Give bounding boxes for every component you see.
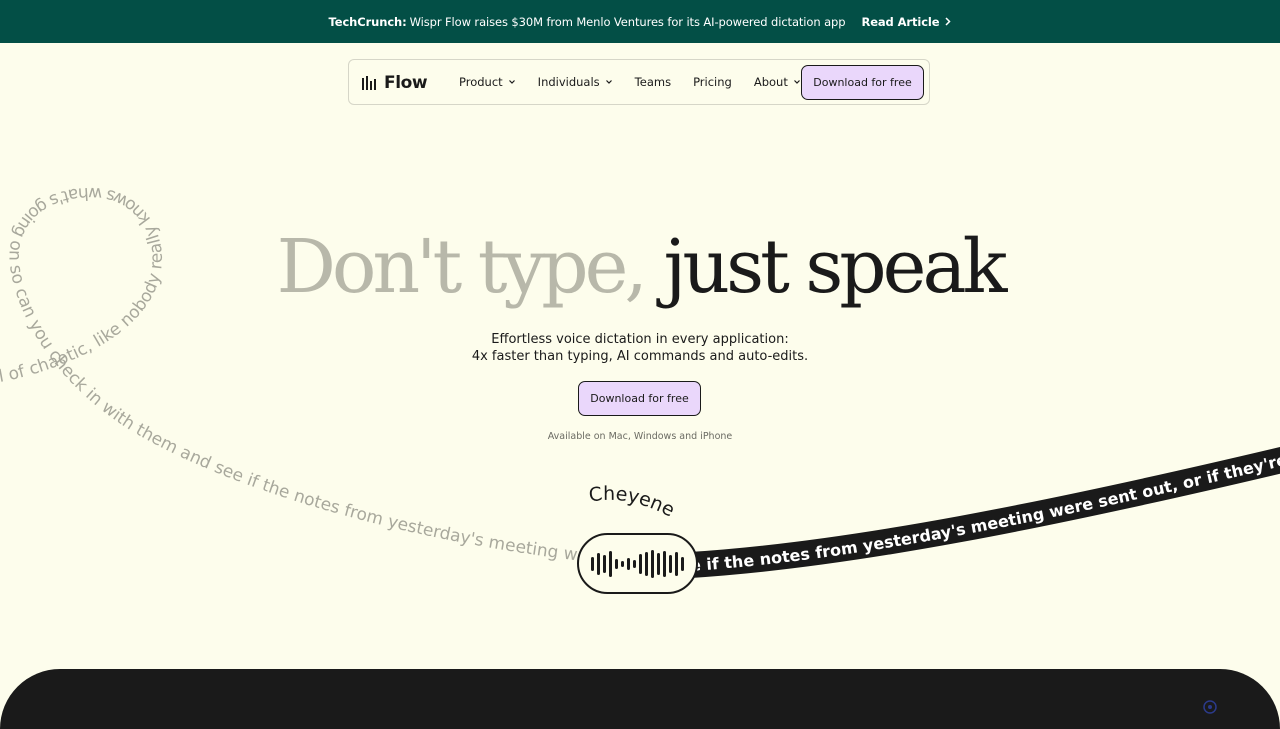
waveform-bar [591,556,594,571]
waveform-logo-icon [362,76,376,90]
hero-download-button[interactable]: Download for free [578,381,701,416]
waveform-bar [609,550,612,577]
waveform-bar [633,559,636,568]
dark-section [0,669,1280,729]
logo[interactable]: Flow [362,73,428,93]
waveform-bar [681,556,684,571]
headline-light: Don't type, [276,224,648,310]
spoken-word-textpath: Cheyene [587,483,678,522]
read-article-link[interactable]: Read Article [861,14,952,29]
waveform-bar [603,554,606,573]
logo-text: Flow [384,73,428,93]
hero-subtitle-line-2: 4x faster than typing, AI commands and a… [471,349,809,364]
nav-item-label: Individuals [537,75,600,89]
nav-item-label: Teams [634,75,672,89]
nav-item-product[interactable]: Product [459,75,516,89]
waveform-bar [615,558,618,569]
nav-item-label: Pricing [693,75,732,89]
nav-download-button[interactable]: Download for free [801,65,924,100]
waveform-bar [663,550,666,577]
hero-headline: Don't type, just speak [0,222,1280,312]
announcement-bar: TechCrunch: Wispr Flow raises $30M from … [0,0,1280,43]
waveform-bar [645,551,648,576]
chevron-right-icon [945,17,952,26]
nav-item-individuals[interactable]: Individuals [538,75,613,89]
spoken-word: Cheyene [587,483,678,522]
nav-items: Product Individuals Teams Pricing About [459,60,823,104]
hero-subtitle: Effortless voice dictation in every appl… [0,331,1280,365]
main-nav: Flow Product Individuals Teams Pricing A… [348,59,930,105]
nav-item-about[interactable]: About [754,75,801,89]
waveform-bar [621,560,624,567]
waveform-bar [657,552,660,575]
gear-icon[interactable] [1202,699,1218,715]
nav-item-label: About [753,75,788,89]
waveform-bar [597,552,600,575]
voice-waveform-pill [577,533,698,594]
headline-dark: just speak [663,224,1007,310]
nav-item-pricing[interactable]: Pricing [693,75,732,89]
waveform-bar [651,549,654,578]
availability-note: Available on Mac, Windows and iPhone [547,431,733,442]
chevron-down-icon [508,80,515,84]
read-article-label: Read Article [861,14,940,29]
announcement-text: Wispr Flow raises $30M from Menlo Ventur… [409,14,846,29]
chevron-down-icon [793,80,800,84]
waveform-bar [675,551,678,576]
waveform-bar [669,554,672,573]
nav-item-label: Product [459,75,503,89]
chevron-down-icon [605,80,612,84]
nav-item-teams[interactable]: Teams [635,75,671,89]
waveform-bar [627,557,630,570]
hero-subtitle-line-1: Effortless voice dictation in every appl… [491,332,789,347]
waveform-bar [639,553,642,574]
announcement-source: TechCrunch: [328,14,407,29]
